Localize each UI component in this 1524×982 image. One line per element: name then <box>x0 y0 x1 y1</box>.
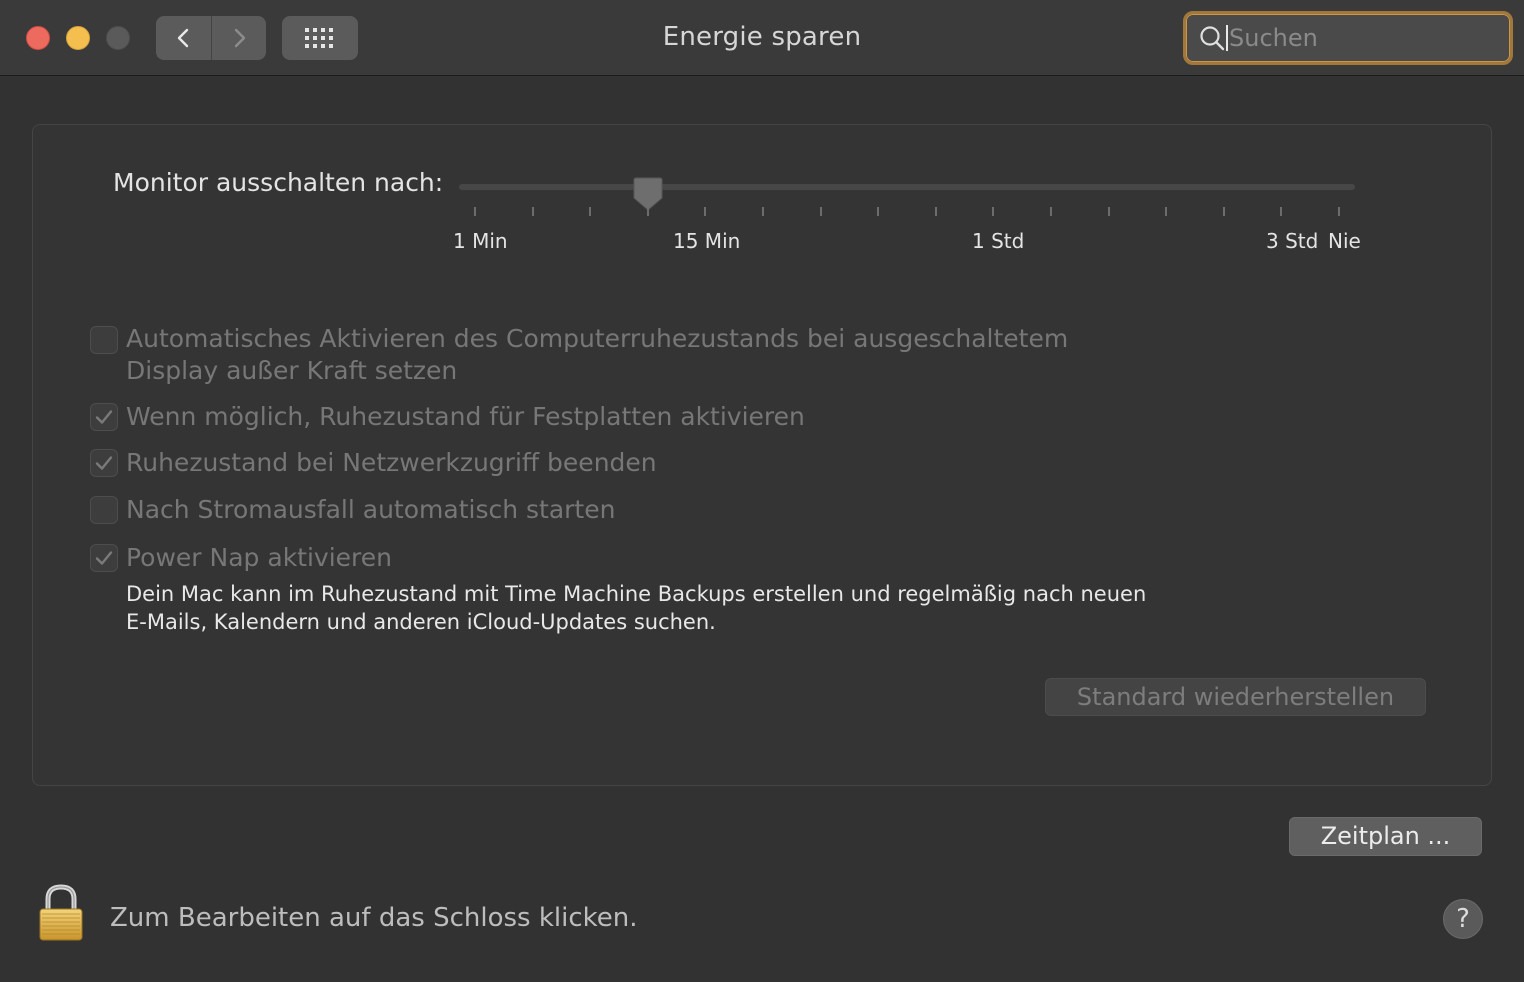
display-sleep-label: Monitor ausschalten nach: <box>113 168 444 197</box>
slider-tick <box>820 207 822 216</box>
option-prevent-sleep-line1: Automatisches Aktivieren des Computerruh… <box>126 324 1069 353</box>
checkbox-restart-power-failure[interactable] <box>90 496 118 524</box>
display-sleep-slider-track[interactable] <box>459 184 1355 190</box>
lock-icon[interactable] <box>38 884 84 942</box>
search-input[interactable] <box>1228 24 1498 52</box>
energy-saver-window: Energie sparen Monitor ausschalten nach:… <box>0 0 1524 982</box>
option-prevent-sleep-label[interactable]: Automatisches Aktivieren des Computerruh… <box>126 323 1068 387</box>
power-nap-description-line1: Dein Mac kann im Ruhezustand mit Time Ma… <box>126 582 1147 606</box>
checkbox-disk-sleep[interactable] <box>90 403 118 431</box>
checkmark-icon <box>95 410 113 424</box>
slider-tick <box>935 207 937 216</box>
option-restart-power-failure-label[interactable]: Nach Stromausfall automatisch starten <box>126 494 615 526</box>
checkbox-prevent-sleep[interactable] <box>90 326 118 354</box>
search-icon <box>1200 26 1225 51</box>
option-disk-sleep-label[interactable]: Wenn möglich, Ruhezustand für Festplatte… <box>126 401 805 433</box>
option-wake-network-label[interactable]: Ruhezustand bei Netzwerkzugriff beenden <box>126 447 657 479</box>
schedule-button[interactable]: Zeitplan ... <box>1289 817 1482 856</box>
tick-label-1-min: 1 Min <box>453 229 508 253</box>
tick-label-nie: Nie <box>1328 229 1361 253</box>
slider-tick <box>1338 207 1340 216</box>
slider-tick <box>762 207 764 216</box>
power-nap-description-line2: E-Mails, Kalendern und anderen iCloud-Up… <box>126 610 716 634</box>
slider-tick <box>992 207 994 216</box>
slider-tick <box>1223 207 1225 216</box>
slider-tick <box>1165 207 1167 216</box>
slider-tick <box>1280 207 1282 216</box>
slider-tick <box>877 207 879 216</box>
lock-hint-text: Zum Bearbeiten auf das Schloss klicken. <box>110 903 638 933</box>
option-prevent-sleep-line2: Display außer Kraft setzen <box>126 356 458 385</box>
checkbox-wake-network[interactable] <box>90 449 118 477</box>
tick-label-1-std: 1 Std <box>972 229 1025 253</box>
help-button[interactable]: ? <box>1443 899 1483 939</box>
slider-tick <box>1108 207 1110 216</box>
title-bar: Energie sparen <box>0 0 1524 76</box>
slider-tick <box>532 207 534 216</box>
tick-label-15-min: 15 Min <box>673 229 741 253</box>
checkmark-icon <box>95 456 113 470</box>
restore-defaults-button[interactable]: Standard wiederherstellen <box>1045 678 1426 716</box>
tick-label-3-std: 3 Std <box>1266 229 1319 253</box>
search-field[interactable] <box>1183 11 1513 65</box>
slider-tick <box>589 207 591 216</box>
power-nap-description: Dein Mac kann im Ruhezustand mit Time Ma… <box>126 580 1166 636</box>
checkmark-icon <box>95 551 113 565</box>
slider-tick <box>704 207 706 216</box>
slider-tick <box>1050 207 1052 216</box>
option-power-nap-label[interactable]: Power Nap aktivieren <box>126 542 392 574</box>
checkbox-power-nap[interactable] <box>90 544 118 572</box>
slider-tick <box>647 207 649 216</box>
slider-tick <box>474 207 476 216</box>
